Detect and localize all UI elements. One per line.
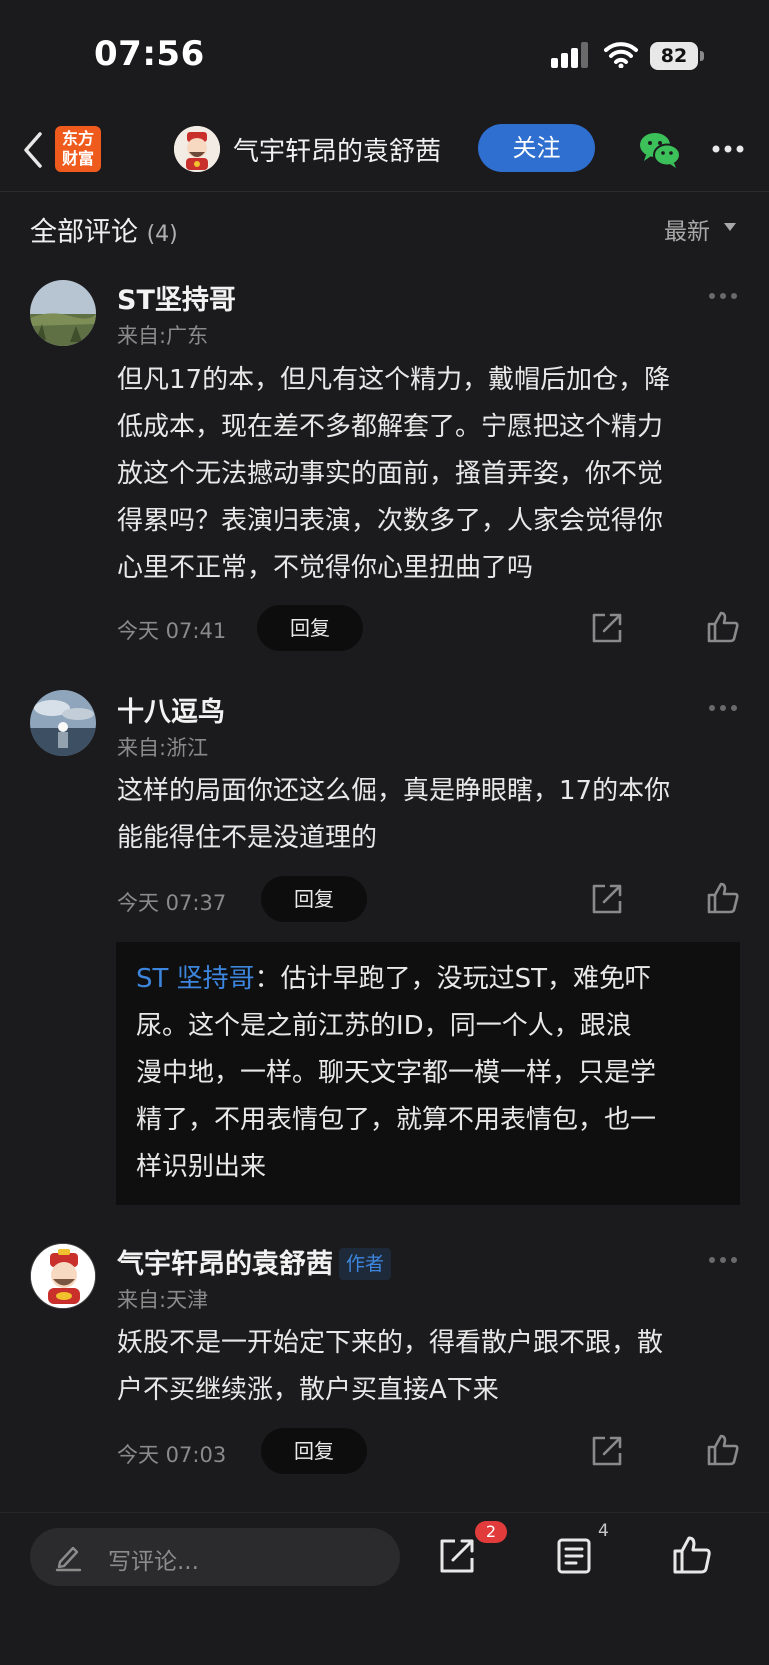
comment-input[interactable]: 写评论... — [30, 1528, 400, 1586]
comment-body: 妖股不是一开始定下来的，得看散户跟不跟，散 户不买继续涨，散户买直接A下来 — [117, 1320, 737, 1414]
comment-line: 户不买继续涨，散户买直接A下来 — [117, 1375, 499, 1405]
sub-reply-line: 精了，不用表情包了，就算不用表情包，也一 — [136, 1105, 657, 1135]
sort-dropdown[interactable]: 最新 — [664, 212, 710, 246]
share-icon[interactable] — [590, 611, 624, 645]
comment-more-icon[interactable] — [708, 292, 738, 300]
logo-line-1: 东方 — [61, 129, 94, 148]
more-options-icon[interactable] — [712, 144, 744, 154]
user-avatar[interactable] — [30, 1243, 96, 1309]
comment-body: 但凡17的本，但凡有这个精力，戴帽后加仓，降 低成本，现在差不多都解套了。宁愿把… — [117, 357, 737, 592]
sub-reply-line: 尿。这个是之前江苏的ID，同一个人，跟浪 — [136, 1011, 632, 1041]
status-bar: 07:56 82 — [0, 0, 769, 110]
comment-line: 心里不正常，不觉得你心里扭曲了吗 — [117, 553, 534, 583]
logo-line-2: 财富 — [61, 149, 94, 168]
comments-count: (4) — [146, 222, 178, 247]
comment-line: 放这个无法撼动事实的面前，搔首弄姿，你不觉 — [117, 459, 664, 489]
comment-input-placeholder: 写评论... — [108, 1549, 199, 1575]
comment-line: 得累吗？表演归表演，次数多了，人家会觉得你 — [117, 506, 664, 536]
battery-tip — [700, 51, 704, 61]
comment-list-icon[interactable] — [556, 1537, 592, 1575]
comment-username[interactable]: 十八逗鸟 — [117, 690, 225, 729]
comment-location: 来自:浙江 — [117, 736, 209, 760]
caishen-avatar-icon — [174, 126, 220, 172]
comment-line: 但凡17的本，但凡有这个精力，戴帽后加仓，降 — [117, 365, 671, 395]
comment-more-icon[interactable] — [708, 1256, 738, 1264]
battery-level: 82 — [660, 45, 688, 67]
pencil-icon — [55, 1546, 82, 1572]
sub-reply-line: ST 坚持哥：估计早跑了，没玩过ST，难免吓 — [136, 956, 720, 1003]
author-name[interactable]: 气宇轩昂的袁舒茜 — [233, 131, 441, 168]
comment-time: 今天 07:41 — [117, 619, 227, 643]
top-nav-bar: 东方 财富 气宇轩昂的袁舒茜 关注 — [0, 110, 769, 192]
comment-more-icon[interactable] — [708, 704, 738, 712]
sub-reply-separator: ： — [254, 964, 281, 994]
sub-reply-line: 漫中地，一样。聊天文字都一模一样，只是学 — [136, 1058, 657, 1088]
wechat-icon[interactable] — [638, 130, 682, 170]
like-icon[interactable] — [706, 881, 740, 915]
like-icon[interactable] — [706, 1433, 740, 1467]
status-time: 07:56 — [94, 34, 205, 74]
comment-body: 这样的局面你还这么倔，真是睁眼瞎，17的本你 能能得住不是没道理的 — [117, 768, 737, 862]
comments-header: 全部评论 (4) — [30, 210, 178, 249]
bottom-action-bar: 写评论... 2 4 — [0, 1512, 769, 1665]
app-logo: 东方 财富 — [55, 126, 101, 172]
wifi-icon — [604, 42, 638, 68]
share-icon[interactable] — [438, 1537, 476, 1575]
comment-line: 低成本，现在差不多都解套了。宁愿把这个精力 — [117, 412, 664, 442]
reply-button[interactable]: 回复 — [261, 1428, 367, 1474]
sea-sky-avatar-icon — [30, 690, 96, 756]
comment-username[interactable]: ST坚持哥 — [117, 278, 236, 317]
like-icon[interactable] — [672, 1535, 712, 1575]
comments-title: 全部评论 — [30, 217, 138, 248]
author-avatar[interactable] — [174, 126, 220, 172]
user-avatar[interactable] — [30, 280, 96, 346]
back-arrow-icon[interactable] — [18, 128, 48, 172]
comment-location: 来自:天津 — [117, 1288, 209, 1312]
comment-location: 来自:广东 — [117, 324, 209, 348]
share-icon[interactable] — [590, 882, 624, 916]
comment-username-text[interactable]: 气宇轩昂的袁舒茜 — [117, 1249, 333, 1280]
sub-reply-line: 样识别出来 — [136, 1152, 267, 1182]
author-tag: 作者 — [339, 1248, 392, 1280]
share-count-badge: 2 — [475, 1521, 507, 1543]
comment-time: 今天 07:03 — [117, 1443, 227, 1467]
battery-icon: 82 — [650, 42, 698, 70]
reply-button[interactable]: 回复 — [257, 605, 363, 651]
sub-reply-username[interactable]: ST 坚持哥 — [136, 964, 255, 994]
caret-down-icon[interactable] — [723, 222, 737, 232]
comment-line: 妖股不是一开始定下来的，得看散户跟不跟，散 — [117, 1328, 664, 1358]
comment-username[interactable]: 气宇轩昂的袁舒茜 作者 — [117, 1242, 392, 1281]
like-icon[interactable] — [706, 610, 740, 644]
share-icon[interactable] — [590, 1434, 624, 1468]
caishen-avatar-icon — [31, 1244, 95, 1308]
reply-button[interactable]: 回复 — [261, 876, 367, 922]
landscape-avatar-icon — [30, 280, 96, 346]
comment-line: 这样的局面你还这么倔，真是睁眼瞎，17的本你 — [117, 776, 671, 806]
comment-count: 4 — [598, 1521, 609, 1541]
comment-line: 能能得住不是没道理的 — [117, 823, 378, 853]
cellular-signal-icon — [551, 42, 588, 68]
follow-button[interactable]: 关注 — [478, 124, 595, 172]
sub-reply[interactable]: ST 坚持哥：估计早跑了，没玩过ST，难免吓 尿。这个是之前江苏的ID，同一个人… — [116, 942, 740, 1205]
user-avatar[interactable] — [30, 690, 96, 756]
sub-reply-text: 估计早跑了，没玩过ST，难免吓 — [280, 964, 652, 994]
comment-time: 今天 07:37 — [117, 891, 227, 915]
